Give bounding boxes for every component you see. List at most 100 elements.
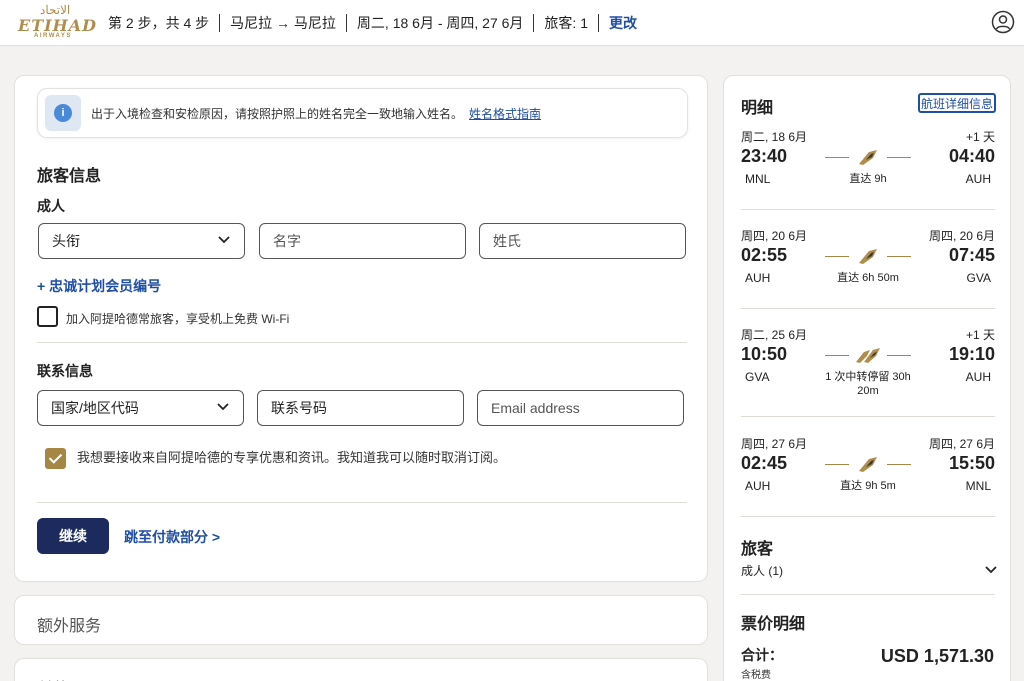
last-name-input[interactable]: 姓氏 bbox=[479, 223, 686, 259]
extras-section-title: 额外服务 bbox=[37, 618, 102, 635]
extras-section[interactable]: 额外服务 bbox=[14, 595, 708, 645]
contact-info-heading: 联系信息 bbox=[37, 363, 93, 379]
path-line bbox=[887, 256, 911, 257]
travelers-heading: 旅客 bbox=[741, 541, 774, 558]
flight-segment: 周四, 20 6月 周四, 20 6月 02:55 07:45 AUH GVA … bbox=[741, 227, 995, 319]
booking-details-sidebar: 明细 航班详细信息 周二, 18 6月 +1 天 23:40 04:40 MNL… bbox=[723, 75, 1011, 681]
total-label: 合计： bbox=[741, 647, 783, 663]
step-indicator: 第 2 步，共 4 步 bbox=[108, 15, 210, 31]
departure-airport: AUH bbox=[745, 271, 771, 285]
flight-path bbox=[823, 243, 913, 270]
departure-time: 02:45 bbox=[741, 453, 788, 473]
join-guest-label: 加入阿提哈德常旅客，享受机上免费 Wi-Fi bbox=[66, 312, 290, 326]
phone-number-label: 联系号码 bbox=[271, 400, 327, 416]
total-price: USD 1,571.30 bbox=[880, 646, 994, 666]
first-name-input[interactable]: 名字 bbox=[259, 223, 466, 259]
change-link[interactable]: 更改 bbox=[609, 13, 637, 33]
segment-divider bbox=[741, 416, 995, 417]
flight-segment: 周四, 27 6月 周四, 27 6月 02:45 15:50 AUH MNL … bbox=[741, 435, 995, 527]
path-line bbox=[887, 464, 911, 465]
logo-sub-text: AIRWAYS bbox=[34, 33, 72, 39]
flight-duration: 直达 6h 50m bbox=[837, 272, 899, 284]
path-line bbox=[887, 157, 911, 158]
departure-airport: MNL bbox=[745, 172, 771, 186]
path-line bbox=[825, 256, 849, 257]
logo-arabic-text: الاتحاد bbox=[40, 3, 71, 17]
traveler-info-heading: 旅客信息 bbox=[37, 168, 102, 185]
path-line bbox=[825, 157, 849, 158]
path-line bbox=[825, 355, 849, 356]
add-loyalty-number-link[interactable]: + 忠诚计划会员编号 bbox=[37, 276, 161, 296]
arrival-date: 周四, 27 6月 bbox=[928, 437, 995, 451]
arrival-time: 19:10 bbox=[948, 344, 995, 364]
departure-airport: GVA bbox=[745, 370, 770, 384]
section-divider bbox=[37, 502, 687, 503]
path-line bbox=[825, 464, 849, 465]
country-code-select[interactable]: 国家/地区代码 bbox=[37, 390, 244, 426]
divider bbox=[598, 14, 599, 32]
divider bbox=[533, 14, 535, 32]
airplane-icon bbox=[859, 150, 877, 165]
arrival-date: +1 天 bbox=[965, 328, 995, 342]
title-select-value: 头衔 bbox=[52, 233, 80, 249]
adult-label: 成人 bbox=[37, 198, 65, 214]
arrival-time: 07:45 bbox=[948, 245, 995, 265]
first-name-placeholder: 名字 bbox=[273, 233, 301, 249]
flight-duration: 1 次中转停留 30h 20m bbox=[825, 371, 911, 397]
arrival-airport: MNL bbox=[965, 479, 991, 493]
details-heading: 明细 bbox=[741, 100, 774, 117]
tax-included-label: 含税费 bbox=[741, 670, 771, 681]
country-code-value: 国家/地区代码 bbox=[51, 400, 139, 416]
continue-button[interactable]: 继续 bbox=[37, 518, 109, 554]
email-input[interactable]: Email address bbox=[477, 390, 684, 426]
top-header: الاتحاد ETIHAD AIRWAYS 第 2 步，共 4 步 马尼拉 →… bbox=[0, 0, 1024, 46]
arrival-date: 周四, 20 6月 bbox=[928, 229, 995, 243]
departure-time: 23:40 bbox=[741, 146, 788, 166]
departure-time: 10:50 bbox=[741, 344, 788, 364]
divider bbox=[219, 14, 221, 32]
name-format-guide-link[interactable]: 姓名格式指南 bbox=[469, 107, 541, 121]
booking-summary-bar: 第 2 步，共 4 步 马尼拉 → 马尼拉 周二, 18 6月 - 周四, 27… bbox=[108, 0, 637, 46]
phone-number-input[interactable]: 联系号码 bbox=[257, 390, 464, 426]
join-guest-checkbox[interactable] bbox=[37, 306, 58, 327]
last-name-placeholder: 姓氏 bbox=[493, 233, 521, 249]
travelers-count[interactable]: 成人 (1) bbox=[741, 562, 783, 579]
flight-path bbox=[823, 451, 913, 478]
section-divider bbox=[37, 342, 687, 343]
info-icon-box: i bbox=[45, 95, 81, 131]
airplane-icon bbox=[859, 249, 877, 264]
flight-details-button[interactable]: 航班详细信息 bbox=[918, 93, 996, 113]
fare-breakdown-heading: 票价明细 bbox=[741, 616, 806, 633]
airplane-icon bbox=[859, 457, 877, 472]
flight-duration: 直达 9h 5m bbox=[840, 480, 896, 492]
marketing-opt-in-label: 我想要接收来自阿提哈德的专享优惠和资讯。我知道我可以随时取消订阅。 bbox=[77, 450, 507, 465]
segment-divider bbox=[741, 209, 995, 210]
jump-to-payment-link[interactable]: 跳至付款部分 > bbox=[124, 527, 220, 547]
section-divider bbox=[741, 594, 995, 595]
chevron-down-icon bbox=[218, 236, 230, 244]
notice-text: 出于入境检查和安检原因，请按照护照上的姓名完全一致地输入姓名。 姓名格式指南 bbox=[91, 105, 541, 122]
email-placeholder: Email address bbox=[491, 400, 580, 416]
departure-time: 02:55 bbox=[741, 245, 788, 265]
marketing-opt-in-checkbox[interactable] bbox=[45, 448, 66, 469]
route-text: 马尼拉 → 马尼拉 bbox=[230, 15, 336, 31]
flight-path bbox=[823, 342, 913, 369]
chevron-down-icon[interactable] bbox=[985, 566, 997, 574]
flight-path bbox=[823, 144, 913, 171]
user-account-icon[interactable] bbox=[991, 10, 1015, 34]
payment-section[interactable]: 付款 bbox=[14, 658, 708, 681]
arrival-date: +1 天 bbox=[965, 130, 995, 144]
segment-divider bbox=[741, 516, 995, 517]
departure-date: 周二, 18 6月 bbox=[741, 130, 808, 144]
arrival-time: 15:50 bbox=[948, 453, 995, 473]
title-select[interactable]: 头衔 bbox=[38, 223, 245, 259]
flight-segment: 周二, 18 6月 +1 天 23:40 04:40 MNL AUH 直达 9h bbox=[741, 128, 995, 220]
etihad-logo[interactable]: الاتحاد ETIHAD AIRWAYS bbox=[18, 3, 96, 41]
notice-message: 出于入境检查和安检原因，请按照护照上的姓名完全一致地输入姓名。 bbox=[91, 106, 464, 121]
multi-airplane-icon bbox=[856, 348, 880, 363]
divider bbox=[345, 14, 347, 32]
travelers-text: 旅客: 1 bbox=[544, 15, 588, 31]
segment-divider bbox=[741, 308, 995, 309]
arrival-time: 04:40 bbox=[948, 146, 995, 166]
arrival-airport: GVA bbox=[966, 271, 991, 285]
